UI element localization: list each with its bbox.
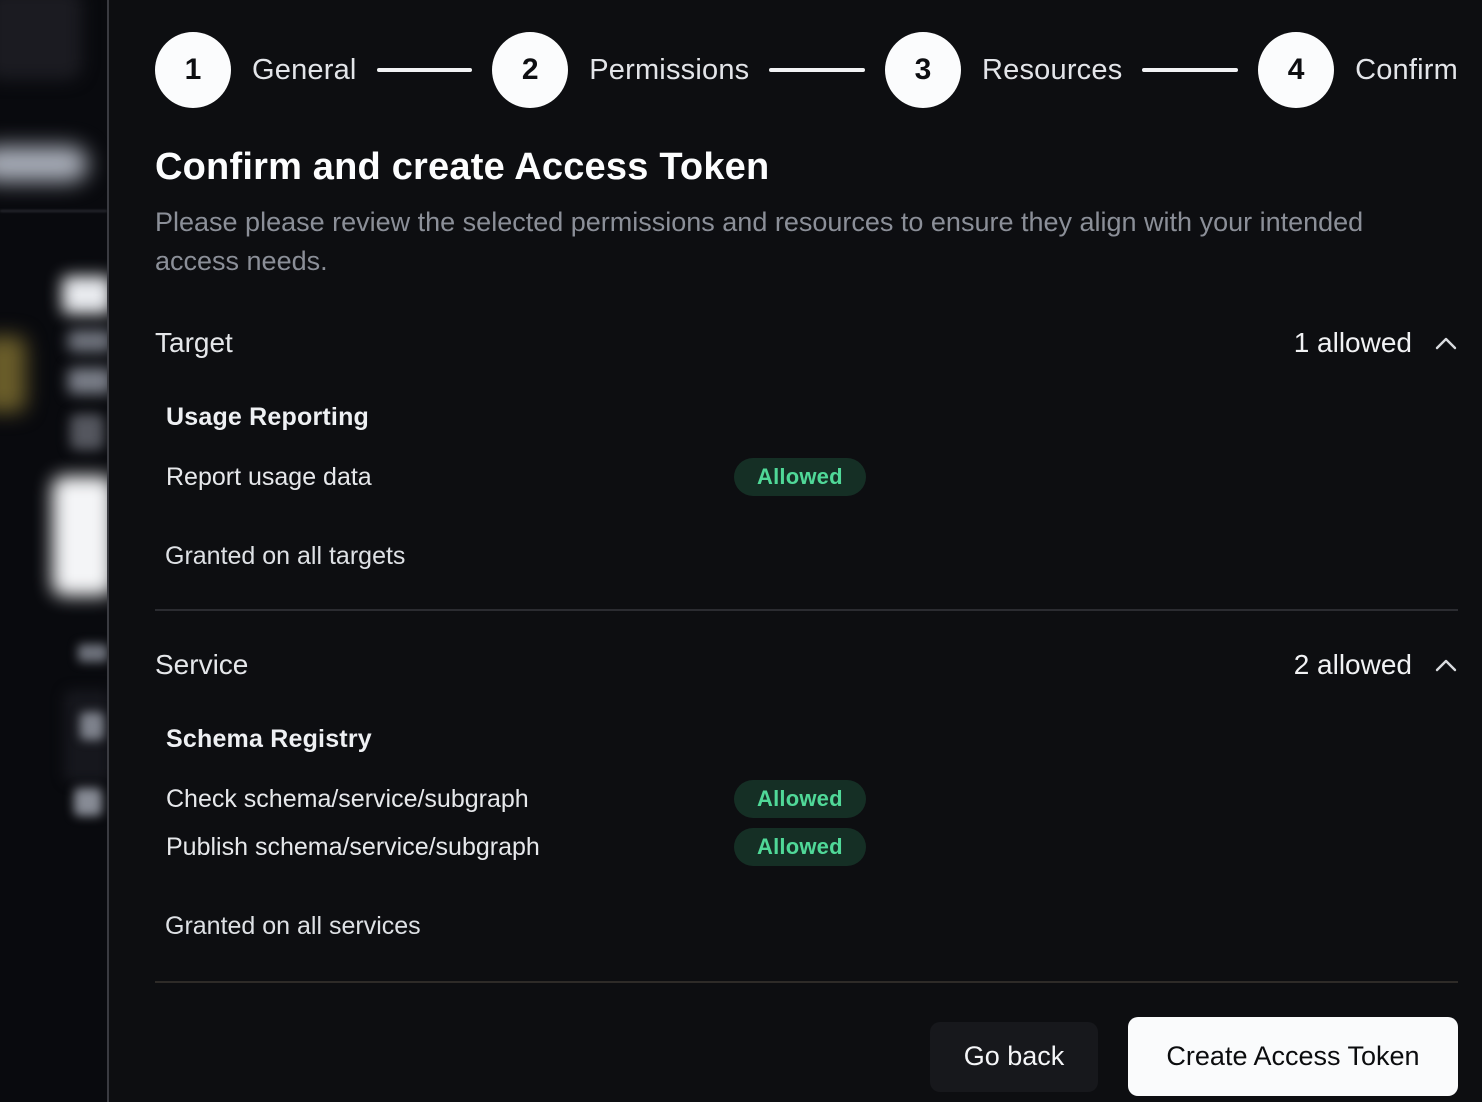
group-title-usage-reporting: Usage Reporting [166,403,1458,432]
section-service-summary: 2 allowed [1294,649,1458,681]
section-target-summary: 1 allowed [1294,327,1458,359]
page-title: Confirm and create Access Token [155,146,1458,189]
service-permission-rows: Check schema/service/subgraph Allowed Pu… [166,780,1458,866]
permission-label: Publish schema/service/subgraph [166,833,734,862]
blurred-accent-blob [0,336,26,412]
blurred-nav-label [0,146,88,182]
step-resources-label: Resources [982,54,1122,87]
page-description: Please please review the selected permis… [155,203,1395,281]
stepper-connector-3 [1142,68,1238,72]
blurred-icon-tile [70,414,104,450]
blurred-text-3 [78,644,107,662]
status-badge-allowed: Allowed [734,458,866,496]
status-badge-allowed: Allowed [734,780,866,818]
service-allowed-count: 2 allowed [1294,649,1412,681]
step-general-circle[interactable]: 1 [155,32,231,108]
chevron-up-icon[interactable] [1434,658,1458,673]
section-service-header[interactable]: Service 2 allowed [155,649,1458,681]
service-permission-group: Schema Registry Check schema/service/sub… [155,725,1458,866]
blurred-divider [0,210,107,212]
section-target-header[interactable]: Target 1 allowed [155,327,1458,359]
chevron-up-icon[interactable] [1434,336,1458,351]
step-general[interactable]: 1 General [155,32,357,108]
permission-row-publish-schema: Publish schema/service/subgraph Allowed [166,828,1458,866]
create-access-token-modal: 1 General 2 Permissions 3 Resources 4 Co… [107,0,1482,1102]
step-permissions[interactable]: 2 Permissions [492,32,749,108]
screen: 1 General 2 Permissions 3 Resources 4 Co… [0,0,1482,1102]
target-permission-group: Usage Reporting Report usage data Allowe… [155,403,1458,496]
footer-actions: Go back Create Access Token [155,1017,1458,1096]
section-service-title: Service [155,649,248,681]
background-app-blurred [0,0,107,1102]
step-confirm[interactable]: 4 Confirm [1258,32,1458,108]
stepper-connector-2 [769,68,865,72]
footer-divider [155,981,1458,983]
target-granted-note: Granted on all targets [155,542,1458,571]
step-resources-circle[interactable]: 3 [885,32,961,108]
go-back-button[interactable]: Go back [930,1022,1098,1092]
target-allowed-count: 1 allowed [1294,327,1412,359]
permission-label: Report usage data [166,463,734,492]
step-resources[interactable]: 3 Resources [885,32,1122,108]
service-granted-note: Granted on all services [155,912,1458,941]
blurred-card [0,0,82,80]
wizard-stepper: 1 General 2 Permissions 3 Resources 4 Co… [155,32,1458,108]
blurred-text-2 [68,368,107,394]
target-permission-rows: Report usage data Allowed [166,458,1458,496]
create-access-token-button[interactable]: Create Access Token [1128,1017,1458,1096]
section-divider [155,609,1458,611]
step-confirm-circle[interactable]: 4 [1258,32,1334,108]
blurred-white-card [52,476,107,596]
permission-row-check-schema: Check schema/service/subgraph Allowed [166,780,1458,818]
stepper-connector-1 [377,68,473,72]
step-general-label: General [252,54,357,87]
step-permissions-circle[interactable]: 2 [492,32,568,108]
blurred-text-5 [74,788,102,816]
step-permissions-label: Permissions [589,54,749,87]
blurred-heading-text [62,276,107,314]
status-badge-allowed: Allowed [734,828,866,866]
blurred-text-4 [80,712,104,740]
permission-row-report-usage-data: Report usage data Allowed [166,458,1458,496]
group-title-schema-registry: Schema Registry [166,725,1458,754]
step-confirm-label: Confirm [1355,54,1458,87]
permission-label: Check schema/service/subgraph [166,785,734,814]
section-target-title: Target [155,327,233,359]
blurred-text-1 [68,330,107,352]
